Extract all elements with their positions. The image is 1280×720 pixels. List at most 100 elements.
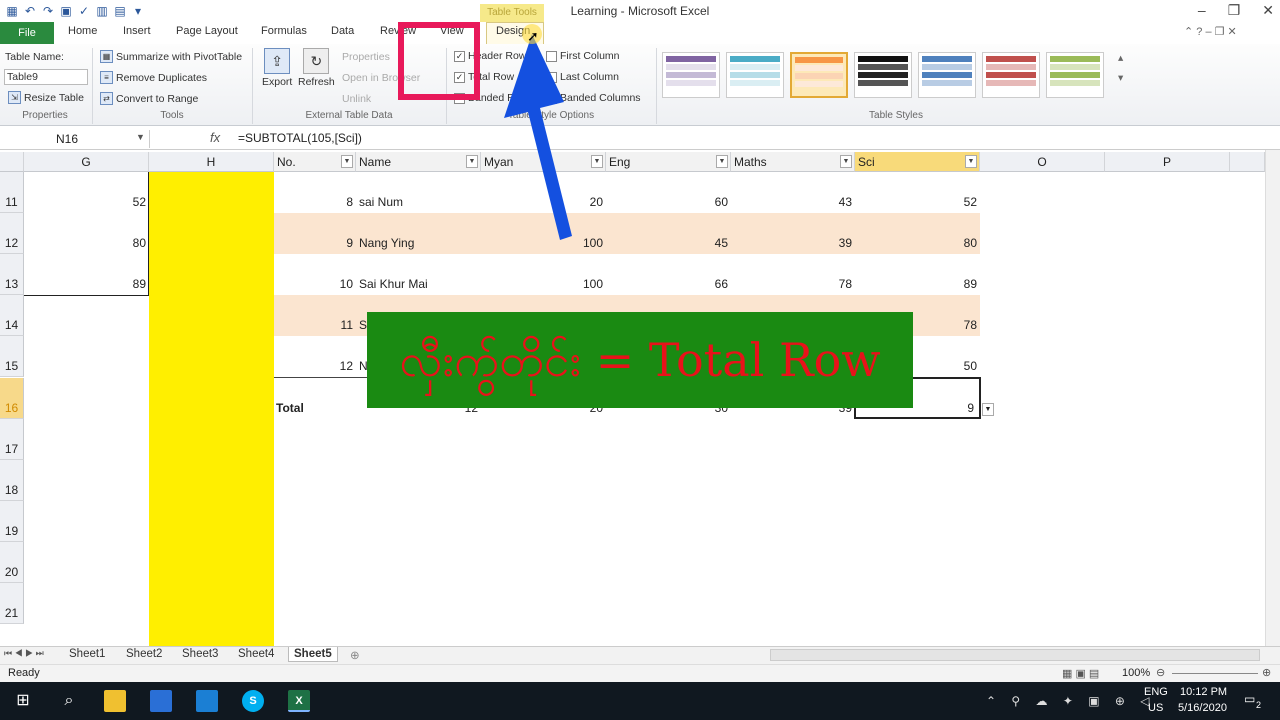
skype-icon[interactable]: S [242, 690, 264, 712]
search-icon[interactable]: ⌕ [58, 690, 80, 712]
style-swatch-orange[interactable] [790, 52, 848, 98]
notification-icon[interactable]: ▭ [1244, 692, 1255, 706]
cell-no[interactable]: 11 [274, 295, 356, 336]
row-header[interactable]: 21 [0, 583, 24, 624]
cell-eng[interactable]: 60 [606, 172, 731, 213]
style-swatch-black[interactable] [854, 52, 912, 98]
formula-input[interactable]: =SUBTOTAL(105,[Sci]) [238, 131, 362, 145]
cell-g11[interactable]: 52 [24, 172, 149, 213]
style-swatch-blue[interactable] [918, 52, 976, 98]
filter-dropdown-icon[interactable]: ▼ [716, 155, 728, 168]
sheet-tab-2[interactable]: Sheet2 [126, 648, 162, 660]
row-header[interactable]: 19 [0, 501, 24, 542]
gallery-down-icon[interactable]: ▾ [1118, 72, 1123, 84]
tab-data[interactable]: Data [331, 25, 354, 37]
restore-icon[interactable]: ❐ [1228, 2, 1241, 19]
store-icon[interactable] [150, 690, 172, 712]
cell-maths[interactable]: 43 [731, 172, 855, 213]
cell-name[interactable]: Sai Khur Mai [359, 254, 479, 295]
tab-page-layout[interactable]: Page Layout [176, 25, 238, 37]
resize-table-button[interactable]: ⇲ Resize Table [8, 91, 84, 104]
tab-file[interactable]: File [0, 22, 54, 44]
row-header[interactable]: 20 [0, 542, 24, 583]
zoom-level[interactable]: 100% [1122, 667, 1150, 679]
total-dropdown-icon[interactable]: ▼ [982, 403, 994, 416]
table-header-maths[interactable]: Maths ▼ [731, 152, 855, 172]
clock-time[interactable]: 10:12 PM [1180, 686, 1227, 698]
row-header[interactable]: 17 [0, 419, 24, 460]
row-header-selected[interactable]: 16 [0, 378, 24, 419]
cell-name[interactable]: sai Num [359, 172, 479, 213]
sheet-tab-active[interactable]: Sheet5 [288, 647, 338, 662]
cell-sci[interactable]: 52 [855, 172, 980, 213]
total-label[interactable]: Total [276, 378, 356, 419]
tray-language[interactable]: ENG [1144, 686, 1168, 698]
table-header-sci[interactable]: Sci ▼ [855, 152, 980, 172]
filter-dropdown-icon[interactable]: ▼ [591, 155, 603, 168]
row-header[interactable]: 12 [0, 213, 24, 254]
zoom-slider[interactable] [1172, 673, 1258, 674]
export-button[interactable]: ⇪ Export [262, 48, 292, 88]
cell-no[interactable]: 9 [274, 213, 356, 254]
zoom-out-icon[interactable]: ⊖ [1156, 666, 1165, 679]
cell-sci[interactable]: 80 [855, 213, 980, 254]
sheet-tab-3[interactable]: Sheet3 [182, 648, 218, 660]
properties-button[interactable]: Properties [342, 51, 390, 63]
filter-dropdown-icon[interactable]: ▼ [840, 155, 852, 168]
select-all-corner[interactable] [0, 152, 24, 172]
table-name-input[interactable]: Table9 [4, 69, 88, 85]
help-icon[interactable]: ⌃ ? – ❐ ✕ [1184, 25, 1237, 38]
remove-duplicates-button[interactable]: ≡ Remove Duplicates [100, 71, 207, 84]
name-box[interactable]: N16 [0, 130, 150, 148]
file-explorer-icon[interactable] [104, 690, 126, 712]
table-header-eng[interactable]: Eng ▼ [606, 152, 731, 172]
cell-eng[interactable]: 66 [606, 254, 731, 295]
filter-dropdown-icon[interactable]: ▼ [466, 155, 478, 168]
column-header-h[interactable]: H [149, 152, 274, 172]
zoom-in-icon[interactable]: ⊕ [1262, 666, 1271, 679]
table-header-no[interactable]: No. ▼ [274, 152, 356, 172]
row-header[interactable]: 14 [0, 295, 24, 336]
gallery-scroll-icon[interactable]: ▴ [1118, 52, 1123, 64]
row-header[interactable]: 15 [0, 336, 24, 377]
column-header-o[interactable]: O [980, 152, 1105, 172]
sheet-tab-4[interactable]: Sheet4 [238, 648, 274, 660]
cell-no[interactable]: 10 [274, 254, 356, 295]
vertical-scrollbar[interactable] [1265, 150, 1280, 646]
unlink-button[interactable]: Unlink [342, 93, 371, 105]
tab-insert[interactable]: Insert [123, 25, 151, 37]
cell-no[interactable]: 12 [274, 336, 356, 377]
row-header[interactable]: 11 [0, 172, 24, 213]
new-sheet-icon[interactable]: ⊕ [350, 648, 360, 662]
cell-eng[interactable]: 45 [606, 213, 731, 254]
tray-icons[interactable]: ⌃ ⚲ ☁ ✦ ▣ ⊕ ◁ [986, 694, 1156, 708]
cell-maths[interactable]: 39 [731, 213, 855, 254]
close-icon[interactable]: ✕ [1262, 2, 1274, 19]
excel-taskbar-icon[interactable]: X [288, 690, 310, 712]
summarize-pivot-button[interactable]: ▦ Summarize with PivotTable [100, 50, 242, 63]
horizontal-scrollbar[interactable] [770, 649, 1260, 661]
style-swatch-aqua[interactable] [726, 52, 784, 98]
refresh-button[interactable]: ↻ Refresh [298, 48, 335, 88]
row-header[interactable]: 18 [0, 460, 24, 501]
cell-g13[interactable]: 89 [24, 254, 149, 295]
mail-icon[interactable] [196, 690, 218, 712]
convert-range-button[interactable]: ⇄ Convert to Range [100, 92, 198, 105]
table-header-name[interactable]: Name ▼ [356, 152, 481, 172]
sheet-tab-1[interactable]: Sheet1 [69, 648, 105, 660]
sheet-nav-icon[interactable]: ⏮ ◀ ▶ ⏭ [4, 648, 44, 659]
cell-myan[interactable]: 100 [481, 254, 606, 295]
cell-name[interactable]: Nang Ying [359, 213, 479, 254]
view-buttons-icon[interactable]: ▦ ▣ ▤ [1062, 667, 1099, 680]
row-header[interactable]: 13 [0, 254, 24, 295]
column-header-g[interactable]: G [24, 152, 149, 172]
cell-sci[interactable]: 89 [855, 254, 980, 295]
windows-start-icon[interactable]: ⊞ [12, 690, 34, 712]
cell-no[interactable]: 8 [274, 172, 356, 213]
tab-home[interactable]: Home [68, 25, 97, 37]
style-swatch-red[interactable] [982, 52, 1040, 98]
style-swatch-purple[interactable] [662, 52, 720, 98]
cell-maths[interactable]: 78 [731, 254, 855, 295]
name-box-dropdown-icon[interactable]: ▼ [136, 132, 145, 142]
style-swatch-green[interactable] [1046, 52, 1104, 98]
